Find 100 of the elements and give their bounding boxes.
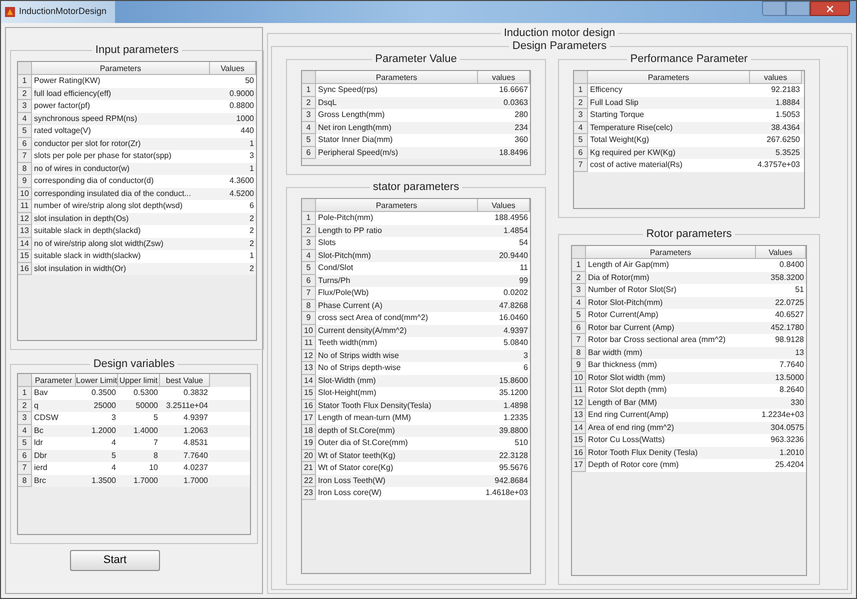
table-cell-text: 452.1780: [770, 322, 805, 334]
table-cell-text: 0.8800: [228, 100, 255, 112]
table-cell-text: Slot-Pitch(mm): [317, 250, 372, 262]
table-cell-text: Bc: [33, 424, 44, 436]
table-cell-text: 25.4204: [774, 459, 805, 471]
row-number: 9: [302, 312, 316, 324]
column-header[interactable]: Lower Limit: [76, 374, 118, 387]
start-button[interactable]: Start: [70, 550, 160, 571]
table-cell-text: 1.5053: [774, 109, 801, 121]
table-cell-text: Cond/Slot: [317, 262, 354, 274]
table-cell-text: slot insulation in width(Or): [33, 262, 128, 275]
table-cell-text: 16.6667: [498, 84, 529, 96]
table-cell-text: Slots: [317, 237, 337, 249]
column-header[interactable]: best Value: [160, 374, 210, 387]
table-cell-text: 54: [518, 237, 529, 249]
table-cell-text: slots per pole per phase for stator(spp): [33, 150, 172, 162]
column-header[interactable]: Parameters: [586, 246, 756, 259]
row-number: 7: [18, 462, 32, 474]
table-cell-text: 0.5300: [132, 387, 159, 399]
table-cell-text: 2: [248, 238, 255, 250]
table-cell-text: Turns/Ph: [317, 274, 352, 286]
table-cell-text: 0.3500: [90, 387, 117, 399]
table-cell-text: 360: [514, 134, 529, 146]
row-number: 19: [302, 437, 316, 450]
table-cell-text: Outer dia of St.Core(mm): [317, 437, 409, 449]
table-cell-text: Depth of Rotor core (mm): [587, 459, 680, 471]
maximize-button[interactable]: [786, 1, 810, 16]
row-number: 6: [572, 322, 586, 334]
row-number: 7: [574, 159, 588, 172]
column-header[interactable]: Parameters: [316, 71, 478, 84]
table-cell-text: 22.0725: [774, 296, 805, 308]
table-cell-text: 4.3600: [228, 175, 255, 187]
table-cell-text: 39.8800: [498, 424, 529, 436]
table-cell-text: 99: [518, 274, 529, 286]
row-number: 17: [302, 412, 316, 424]
table-cell-text: 4: [110, 437, 117, 449]
table-cell-text: Area of end ring (mm^2): [587, 422, 676, 434]
row-number: 14: [572, 422, 586, 434]
table-cell-text: Iron Loss Teeth(W): [317, 474, 386, 487]
table-cell-text: CDSW: [33, 412, 60, 424]
row-number: 2: [574, 96, 588, 109]
close-button[interactable]: [810, 1, 850, 16]
row-number: 10: [572, 372, 586, 384]
table-cell-text: 304.0575: [770, 422, 805, 434]
table-cell-text: 5: [110, 450, 117, 462]
table-cell-text: 1.4854: [502, 224, 529, 236]
table-cell-text: No of Strips width wise: [317, 350, 400, 362]
table-cell-text: 1: [248, 138, 255, 150]
row-number: 3: [18, 412, 32, 424]
column-header[interactable]: Parameters: [316, 199, 478, 212]
table-cell-text: 1.7000: [132, 474, 159, 486]
column-header[interactable]: Parameters: [588, 71, 750, 84]
column-header[interactable]: Values: [478, 199, 530, 212]
group-title: Design variables: [92, 358, 176, 371]
row-number: 13: [18, 225, 32, 238]
column-header[interactable]: values: [478, 71, 530, 84]
row-number: 13: [302, 362, 316, 374]
row-number: 20: [302, 450, 316, 462]
table-cell-text: Net iron Length(mm): [317, 122, 392, 134]
table-cell-text: 25000: [92, 400, 117, 412]
table-cell-text: 8: [152, 450, 159, 462]
table-cell-text: Total Weight(Kg): [589, 134, 650, 146]
table-cell-text: 16.0460: [498, 312, 529, 324]
row-number: 1: [574, 84, 588, 96]
table-cell-text: conductor per slot for rotor(Zr): [33, 138, 142, 150]
column-header[interactable]: values: [750, 71, 802, 84]
column-header[interactable]: Values: [210, 62, 256, 75]
row-number: 15: [572, 434, 586, 446]
table-cell-text: 1.8884: [774, 96, 801, 108]
table-cell-text: ldr: [33, 437, 44, 449]
table-cell-text: Dbr: [33, 450, 48, 462]
table-cell-text: 188.4956: [494, 212, 529, 224]
table-cell-text: End ring Current(Amp): [587, 409, 670, 421]
table-cell-text: 6: [522, 362, 529, 374]
row-number: 3: [18, 100, 32, 112]
table-cell-text: 1.4898: [502, 400, 529, 412]
table-cell-text: suitable slack in depth(slackd): [33, 225, 142, 237]
table-cell-text: 267.6250: [766, 134, 801, 146]
table-cell-text: Starting Torque: [589, 109, 646, 121]
table-cell-text: 1: [248, 250, 255, 262]
table-cell-text: no of wire/strip along slot width(Zsw): [33, 238, 164, 250]
group-title: Design Parameters: [511, 40, 608, 53]
column-header[interactable]: Parameter: [32, 374, 76, 387]
table-cell-text: 963.3236: [770, 434, 805, 446]
table-cell-text: 6: [248, 200, 255, 212]
row-number: 11: [302, 337, 316, 350]
table-cell-text: 4.9397: [502, 324, 529, 336]
column-header[interactable]: Values: [756, 246, 806, 259]
column-header[interactable]: Upper limit: [118, 374, 160, 387]
row-number: 12: [572, 396, 586, 409]
table-cell-text: Dia of Rotor(mm): [587, 272, 650, 284]
table-cell-text: q: [33, 400, 40, 412]
window-title: InductionMotorDesign: [19, 5, 107, 18]
row-number: 6: [18, 450, 32, 462]
table-cell-text: no of wires in conductor(w): [33, 162, 131, 175]
table-cell-text: 358.3200: [770, 272, 805, 284]
column-header[interactable]: Parameters: [32, 62, 210, 75]
table-cell-text: Full Load Slip: [589, 96, 640, 109]
minimize-button[interactable]: [762, 1, 786, 16]
table-cell-text: depth of St.Core(mm): [317, 424, 396, 437]
